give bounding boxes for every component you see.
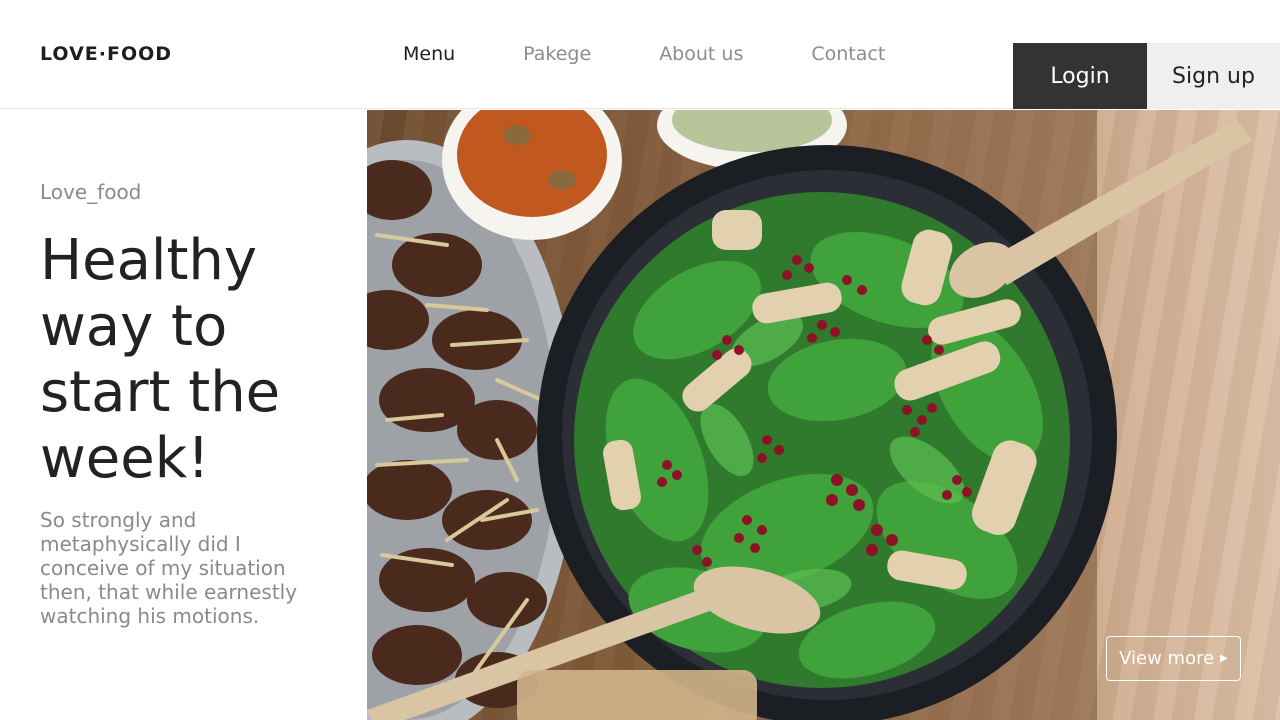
view-more-button[interactable]: View more ▶ (1106, 636, 1241, 681)
nav-item-menu[interactable]: Menu (403, 43, 455, 65)
hero-food-image (367, 110, 1280, 720)
caret-right-icon: ▶ (1220, 653, 1228, 664)
login-button[interactable]: Login (1013, 43, 1147, 109)
site-header: LOVE·FOOD Menu Pakege About us Contact L… (0, 0, 1280, 109)
brand-logo[interactable]: LOVE·FOOD (40, 43, 172, 65)
hero-eyebrow: Love_food (40, 180, 142, 204)
view-more-label: View more (1119, 648, 1215, 669)
main-nav: Menu Pakege About us Contact (403, 43, 885, 65)
hero-blurb: So strongly and metaphysically did I con… (40, 508, 298, 628)
salad-illustration (367, 110, 1252, 720)
nav-item-about-us[interactable]: About us (659, 43, 743, 65)
hero-text-panel: Love_food Healthy way to start the week!… (0, 110, 367, 720)
nav-item-pakege[interactable]: Pakege (523, 43, 591, 65)
hero-headline: Healthy way to start the week! (40, 228, 281, 491)
signup-button[interactable]: Sign up (1147, 43, 1280, 109)
nav-item-contact[interactable]: Contact (811, 43, 885, 65)
